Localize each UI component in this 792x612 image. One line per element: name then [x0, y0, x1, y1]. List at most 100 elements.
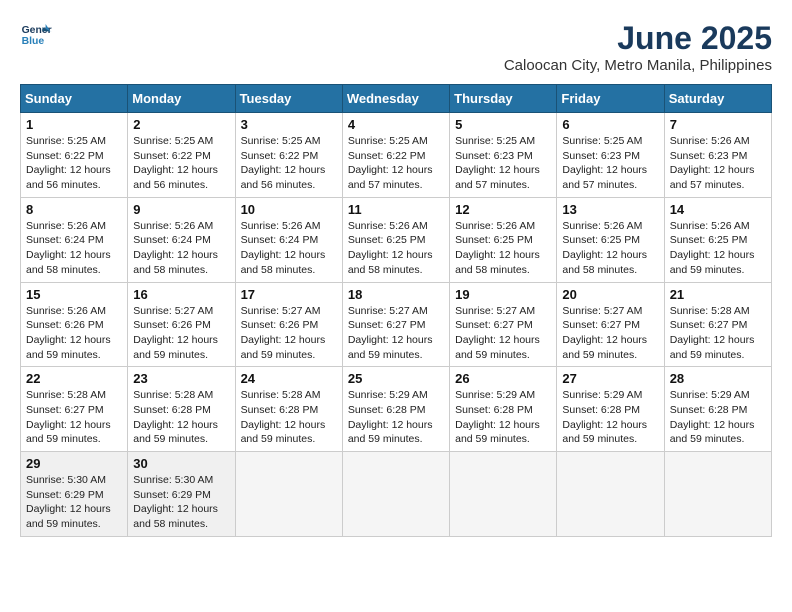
- day-number: 21: [670, 287, 766, 302]
- calendar-cell: 25 Sunrise: 5:29 AM Sunset: 6:28 PM Dayli…: [342, 367, 449, 452]
- day-number: 6: [562, 117, 658, 132]
- calendar-cell: [235, 452, 342, 537]
- day-number: 12: [455, 202, 551, 217]
- day-info: Sunrise: 5:25 AM Sunset: 6:23 PM Dayligh…: [455, 134, 551, 193]
- day-number: 19: [455, 287, 551, 302]
- calendar-cell: [450, 452, 557, 537]
- calendar-body: 1 Sunrise: 5:25 AM Sunset: 6:22 PM Daylig…: [21, 113, 772, 537]
- calendar-cell: 1 Sunrise: 5:25 AM Sunset: 6:22 PM Daylig…: [21, 113, 128, 198]
- day-number: 24: [241, 371, 337, 386]
- day-info: Sunrise: 5:27 AM Sunset: 6:27 PM Dayligh…: [455, 304, 551, 363]
- calendar-cell: 5Sunrise: 5:25 AM Sunset: 6:23 PM Daylig…: [450, 113, 557, 198]
- calendar-cell: 26 Sunrise: 5:29 AM Sunset: 6:28 PM Dayli…: [450, 367, 557, 452]
- day-info: Sunrise: 5:30 AM Sunset: 6:29 PM Dayligh…: [133, 473, 229, 532]
- header-monday: Monday: [128, 85, 235, 113]
- day-info: Sunrise: 5:26 AM Sunset: 6:23 PM Dayligh…: [670, 134, 766, 193]
- day-info: Sunrise: 5:26 AM Sunset: 6:24 PM Dayligh…: [133, 219, 229, 278]
- day-number: 18: [348, 287, 444, 302]
- day-info: Sunrise: 5:25 AM Sunset: 6:22 PM Dayligh…: [133, 134, 229, 193]
- day-number: 30: [133, 456, 229, 471]
- day-info: Sunrise: 5:26 AM Sunset: 6:25 PM Dayligh…: [348, 219, 444, 278]
- day-info: Sunrise: 5:26 AM Sunset: 6:24 PM Dayligh…: [26, 219, 122, 278]
- calendar-cell: 17Sunrise: 5:27 AM Sunset: 6:26 PM Dayli…: [235, 282, 342, 367]
- day-number: 14: [670, 202, 766, 217]
- day-info: Sunrise: 5:27 AM Sunset: 6:26 PM Dayligh…: [133, 304, 229, 363]
- calendar-cell: 22 Sunrise: 5:28 AM Sunset: 6:27 PM Dayli…: [21, 367, 128, 452]
- calendar-cell: 19 Sunrise: 5:27 AM Sunset: 6:27 PM Dayli…: [450, 282, 557, 367]
- title-block: June 2025 Caloocan City, Metro Manila, P…: [504, 20, 772, 74]
- calendar-cell: 14 Sunrise: 5:26 AM Sunset: 6:25 PM Dayli…: [664, 197, 771, 282]
- calendar-week-row: 1 Sunrise: 5:25 AM Sunset: 6:22 PM Daylig…: [21, 113, 772, 198]
- day-number: 11: [348, 202, 444, 217]
- day-number: 2: [133, 117, 229, 132]
- header-wednesday: Wednesday: [342, 85, 449, 113]
- day-number: 4: [348, 117, 444, 132]
- calendar-cell: 4 Sunrise: 5:25 AM Sunset: 6:22 PM Daylig…: [342, 113, 449, 198]
- calendar-cell: [342, 452, 449, 537]
- day-number: 23: [133, 371, 229, 386]
- calendar-cell: 12 Sunrise: 5:26 AM Sunset: 6:25 PM Dayli…: [450, 197, 557, 282]
- day-number: 28: [670, 371, 766, 386]
- calendar-cell: 16 Sunrise: 5:27 AM Sunset: 6:26 PM Dayli…: [128, 282, 235, 367]
- calendar-cell: 15 Sunrise: 5:26 AM Sunset: 6:26 PM Dayli…: [21, 282, 128, 367]
- calendar-cell: 29 Sunrise: 5:30 AM Sunset: 6:29 PM Dayli…: [21, 452, 128, 537]
- calendar-cell: 9Sunrise: 5:26 AM Sunset: 6:24 PM Daylig…: [128, 197, 235, 282]
- day-number: 16: [133, 287, 229, 302]
- day-number: 17: [241, 287, 337, 302]
- day-info: Sunrise: 5:28 AM Sunset: 6:27 PM Dayligh…: [670, 304, 766, 363]
- day-number: 27: [562, 371, 658, 386]
- calendar-cell: 30 Sunrise: 5:30 AM Sunset: 6:29 PM Dayli…: [128, 452, 235, 537]
- calendar-cell: 11 Sunrise: 5:26 AM Sunset: 6:25 PM Dayli…: [342, 197, 449, 282]
- calendar-cell: 27 Sunrise: 5:29 AM Sunset: 6:28 PM Dayli…: [557, 367, 664, 452]
- day-info: Sunrise: 5:29 AM Sunset: 6:28 PM Dayligh…: [562, 388, 658, 447]
- month-title: June 2025: [504, 20, 772, 57]
- calendar-cell: 28 Sunrise: 5:29 AM Sunset: 6:28 PM Dayli…: [664, 367, 771, 452]
- calendar-cell: 21 Sunrise: 5:28 AM Sunset: 6:27 PM Dayli…: [664, 282, 771, 367]
- day-info: Sunrise: 5:29 AM Sunset: 6:28 PM Dayligh…: [670, 388, 766, 447]
- calendar-cell: 6 Sunrise: 5:25 AM Sunset: 6:23 PM Daylig…: [557, 113, 664, 198]
- days-header-row: Sunday Monday Tuesday Wednesday Thursday…: [21, 85, 772, 113]
- calendar-cell: [557, 452, 664, 537]
- day-info: Sunrise: 5:25 AM Sunset: 6:22 PM Dayligh…: [348, 134, 444, 193]
- calendar-cell: 13Sunrise: 5:26 AM Sunset: 6:25 PM Dayli…: [557, 197, 664, 282]
- day-number: 15: [26, 287, 122, 302]
- calendar-cell: 8Sunrise: 5:26 AM Sunset: 6:24 PM Daylig…: [21, 197, 128, 282]
- calendar-cell: 3 Sunrise: 5:25 AM Sunset: 6:22 PM Daylig…: [235, 113, 342, 198]
- day-number: 25: [348, 371, 444, 386]
- calendar-table: Sunday Monday Tuesday Wednesday Thursday…: [20, 84, 772, 537]
- header-tuesday: Tuesday: [235, 85, 342, 113]
- day-number: 7: [670, 117, 766, 132]
- day-info: Sunrise: 5:26 AM Sunset: 6:24 PM Dayligh…: [241, 219, 337, 278]
- day-info: Sunrise: 5:28 AM Sunset: 6:27 PM Dayligh…: [26, 388, 122, 447]
- page-header: General Blue June 2025 Caloocan City, Me…: [20, 20, 772, 74]
- day-number: 20: [562, 287, 658, 302]
- calendar-cell: 2 Sunrise: 5:25 AM Sunset: 6:22 PM Daylig…: [128, 113, 235, 198]
- calendar-cell: 23Sunrise: 5:28 AM Sunset: 6:28 PM Dayli…: [128, 367, 235, 452]
- calendar-cell: 24 Sunrise: 5:28 AM Sunset: 6:28 PM Dayli…: [235, 367, 342, 452]
- day-info: Sunrise: 5:26 AM Sunset: 6:25 PM Dayligh…: [670, 219, 766, 278]
- day-info: Sunrise: 5:25 AM Sunset: 6:22 PM Dayligh…: [241, 134, 337, 193]
- calendar-cell: 20 Sunrise: 5:27 AM Sunset: 6:27 PM Dayli…: [557, 282, 664, 367]
- day-info: Sunrise: 5:26 AM Sunset: 6:26 PM Dayligh…: [26, 304, 122, 363]
- day-info: Sunrise: 5:29 AM Sunset: 6:28 PM Dayligh…: [348, 388, 444, 447]
- day-info: Sunrise: 5:25 AM Sunset: 6:23 PM Dayligh…: [562, 134, 658, 193]
- logo-icon: General Blue: [20, 20, 52, 48]
- day-info: Sunrise: 5:27 AM Sunset: 6:27 PM Dayligh…: [348, 304, 444, 363]
- day-number: 22: [26, 371, 122, 386]
- day-info: Sunrise: 5:26 AM Sunset: 6:25 PM Dayligh…: [455, 219, 551, 278]
- day-number: 26: [455, 371, 551, 386]
- day-number: 1: [26, 117, 122, 132]
- header-sunday: Sunday: [21, 85, 128, 113]
- day-info: Sunrise: 5:29 AM Sunset: 6:28 PM Dayligh…: [455, 388, 551, 447]
- header-friday: Friday: [557, 85, 664, 113]
- calendar-cell: 7 Sunrise: 5:26 AM Sunset: 6:23 PM Daylig…: [664, 113, 771, 198]
- day-info: Sunrise: 5:25 AM Sunset: 6:22 PM Dayligh…: [26, 134, 122, 193]
- day-number: 29: [26, 456, 122, 471]
- location-subtitle: Caloocan City, Metro Manila, Philippines: [504, 57, 772, 74]
- day-info: Sunrise: 5:28 AM Sunset: 6:28 PM Dayligh…: [241, 388, 337, 447]
- day-info: Sunrise: 5:30 AM Sunset: 6:29 PM Dayligh…: [26, 473, 122, 532]
- day-info: Sunrise: 5:27 AM Sunset: 6:27 PM Dayligh…: [562, 304, 658, 363]
- day-number: 3: [241, 117, 337, 132]
- day-number: 13: [562, 202, 658, 217]
- svg-text:Blue: Blue: [22, 36, 45, 47]
